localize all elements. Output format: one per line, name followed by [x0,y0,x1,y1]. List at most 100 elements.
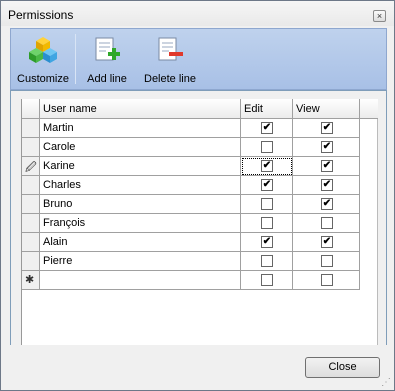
user-name-text: Karine [43,160,75,172]
table-row[interactable]: Martin ✔ ✔ [22,119,360,138]
view-cell: ✔ [293,271,360,290]
delete-line-icon [158,37,183,61]
new-row[interactable]: ✱ ✔ ✔ [22,271,360,290]
user-name-text: Martin [43,122,74,134]
column-header-label: User name [43,103,97,115]
edit-cell: ✔ [241,214,293,233]
row-selector[interactable] [22,176,40,195]
permissions-grid[interactable]: User name Edit View Martin✔✔Carole✔✔🖉Kar… [10,90,387,346]
view-checkbox[interactable]: ✔ [321,255,333,267]
permissions-window: Permissions × Customize Add line Delete … [0,0,395,391]
add-line-button[interactable]: Add line [81,29,133,89]
delete-line-button[interactable]: Delete line [137,29,203,89]
view-cell: ✔ [293,138,360,157]
edit-checkbox[interactable]: ✔ [261,198,273,210]
view-cell: ✔ [293,252,360,271]
view-checkbox[interactable]: ✔ [321,160,333,172]
grid-table: User name Edit View Martin✔✔Carole✔✔🖉Kar… [21,99,378,345]
user-name-text: François [43,217,86,229]
view-cell: ✔ [293,233,360,252]
title-bar: Permissions × [1,1,394,26]
row-selector[interactable] [22,138,40,157]
toolbar-separator [75,34,76,84]
user-name-cell[interactable] [40,271,241,290]
edit-checkbox[interactable]: ✔ [261,141,273,153]
view-checkbox[interactable]: ✔ [321,274,333,286]
edit-cell: ✔ [241,195,293,214]
delete-line-label: Delete line [144,73,196,85]
table-row[interactable]: Charles ✔ ✔ [22,176,360,195]
user-name-cell[interactable]: Charles [40,176,241,195]
view-checkbox[interactable]: ✔ [321,198,333,210]
view-checkbox[interactable]: ✔ [321,236,333,248]
view-cell: ✔ [293,176,360,195]
table-row[interactable]: Bruno ✔ ✔ [22,195,360,214]
customize-button[interactable]: Customize [13,29,73,89]
user-name-cell[interactable]: Pierre [40,252,241,271]
view-checkbox[interactable]: ✔ [321,141,333,153]
row-selector[interactable] [22,119,40,138]
row-selector[interactable] [22,233,40,252]
table-row[interactable]: François ✔ ✔ [22,214,360,233]
user-name-cell[interactable]: Martin [40,119,241,138]
view-cell: ✔ [293,119,360,138]
window-close-button[interactable]: × [373,10,386,22]
customize-cubes-icon [29,37,57,63]
view-checkbox[interactable]: ✔ [321,122,333,134]
edit-checkbox[interactable]: ✔ [261,122,273,134]
row-selector[interactable] [22,195,40,214]
column-header-view[interactable]: View [293,99,360,119]
table-row[interactable]: Carole ✔ ✔ [22,138,360,157]
user-name-text: Pierre [43,255,73,267]
edit-checkbox[interactable]: ✔ [261,160,273,172]
row-selector-header [22,99,40,119]
toolbar: Customize Add line Delete line [10,28,387,90]
edit-cell: ✔ [241,138,293,157]
table-row[interactable]: Alain ✔ ✔ [22,233,360,252]
row-selector[interactable] [22,214,40,233]
edit-cell: ✔ [241,157,293,176]
user-name-cell[interactable]: Alain [40,233,241,252]
column-header-user-name[interactable]: User name [40,99,241,119]
add-line-label: Add line [87,73,127,85]
row-selector[interactable] [22,252,40,271]
view-checkbox[interactable]: ✔ [321,179,333,191]
user-name-text: Alain [43,236,68,248]
edit-checkbox[interactable]: ✔ [261,236,273,248]
header-filler [360,99,378,119]
table-row[interactable]: 🖉 Karine ✔ ✔ [22,157,360,176]
edit-checkbox[interactable]: ✔ [261,217,273,229]
grid-right-gutter [378,91,386,346]
user-name-text: Bruno [43,198,73,210]
view-cell: ✔ [293,214,360,233]
edit-checkbox[interactable]: ✔ [261,179,273,191]
view-cell: ✔ [293,157,360,176]
table-row[interactable]: Pierre ✔ ✔ [22,252,360,271]
user-name-cell[interactable]: Bruno [40,195,241,214]
column-header-label: Edit [244,103,263,115]
view-checkbox[interactable]: ✔ [321,217,333,229]
user-name-text: Carole [43,141,76,153]
edit-checkbox[interactable]: ✔ [261,255,273,267]
new-row-asterisk-icon: ✱ [25,274,35,286]
add-line-icon [95,37,120,61]
edit-cell: ✔ [241,176,293,195]
close-button[interactable]: Close [305,357,380,378]
grid-left-gutter [11,91,21,346]
user-name-cell[interactable]: Carole [40,138,241,157]
resize-grip[interactable]: ⋰ [381,378,393,390]
window-title: Permissions [8,8,74,22]
user-name-cell[interactable]: Karine [40,157,241,176]
view-cell: ✔ [293,195,360,214]
customize-label: Customize [17,73,69,85]
edit-cell: ✔ [241,252,293,271]
row-selector[interactable]: 🖉 [22,157,40,176]
edit-checkbox[interactable]: ✔ [261,274,273,286]
user-name-cell[interactable]: François [40,214,241,233]
user-name-text: Charles [43,179,81,191]
row-selector[interactable]: ✱ [22,271,40,290]
edit-cell: ✔ [241,271,293,290]
column-header-edit[interactable]: Edit [241,99,293,119]
column-header-label: View [296,103,320,115]
edit-cell: ✔ [241,119,293,138]
